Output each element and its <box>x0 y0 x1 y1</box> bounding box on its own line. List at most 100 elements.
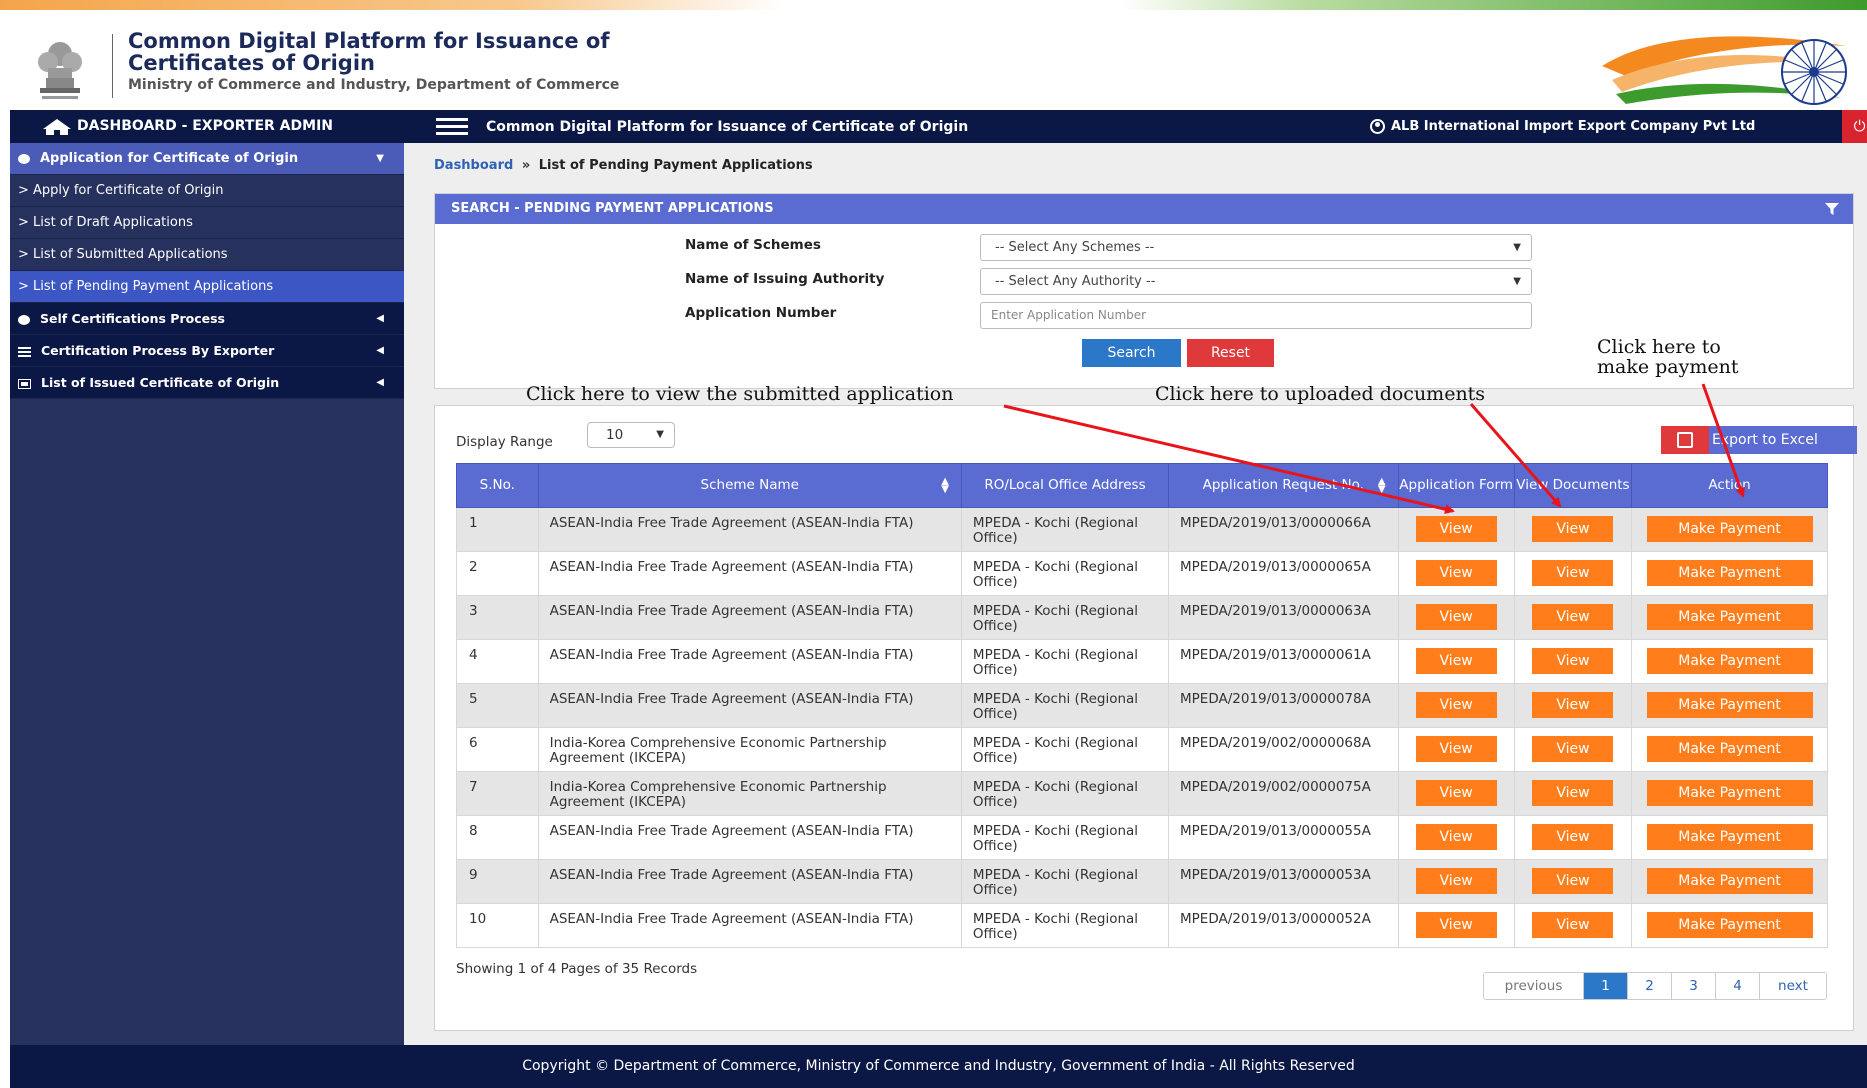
scheme-select-value: -- Select Any Schemes -- <box>995 240 1155 255</box>
pagination-page-2[interactable]: 2 <box>1628 973 1672 999</box>
make-payment-button[interactable]: Make Payment <box>1646 780 1813 806</box>
caret-left-icon: ◀ <box>376 313 384 324</box>
view-documents-button[interactable]: View <box>1532 648 1614 674</box>
sidebar-item-certification-exporter[interactable]: Certification Process By Exporter ◀ <box>10 335 404 367</box>
make-payment-button[interactable]: Make Payment <box>1646 560 1813 586</box>
view-documents-button[interactable]: View <box>1532 604 1614 630</box>
reset-button[interactable]: Reset <box>1187 339 1274 367</box>
pagination-previous[interactable]: previous <box>1484 973 1584 999</box>
breadcrumb-dashboard-link[interactable]: Dashboard <box>434 158 513 173</box>
make-payment-button[interactable]: Make Payment <box>1646 516 1813 542</box>
table-row: 3 ASEAN-India Free Trade Agreement (ASEAN… <box>456 595 1828 640</box>
scheme-select[interactable]: -- Select Any Schemes -- ▼ <box>980 234 1532 261</box>
cell-view-documents: View <box>1513 639 1633 684</box>
view-application-button[interactable]: View <box>1415 604 1497 630</box>
view-application-button[interactable]: View <box>1415 868 1497 894</box>
sidebar-item-label: > List of Pending Payment Applications <box>18 279 274 294</box>
scheme-label: Name of Schemes <box>685 237 821 253</box>
cell-application-form: View <box>1397 815 1515 860</box>
make-payment-button[interactable]: Make Payment <box>1646 692 1813 718</box>
sidebar-item-submitted-applications[interactable]: > List of Submitted Applications <box>10 239 404 271</box>
view-application-button[interactable]: View <box>1415 560 1497 586</box>
view-documents-button[interactable]: View <box>1532 780 1614 806</box>
col-application-form: Application Form <box>1397 463 1515 508</box>
sidebar-item-issued-certificates[interactable]: List of Issued Certificate of Origin ◀ <box>10 367 404 399</box>
cell-action: Make Payment <box>1631 727 1828 772</box>
export-to-excel-button[interactable]: Export to Excel <box>1661 426 1857 454</box>
view-application-button[interactable]: View <box>1415 736 1497 762</box>
cell-application-form: View <box>1397 683 1515 728</box>
view-application-button[interactable]: View <box>1415 692 1497 718</box>
pagination-page-3[interactable]: 3 <box>1672 973 1716 999</box>
sidebar-item-application-coo[interactable]: Application for Certificate of Origin ▼ <box>10 143 404 175</box>
cell-scheme-name: ASEAN-India Free Trade Agreement (ASEAN-… <box>537 639 962 684</box>
table-row: 7 India-Korea Comprehensive Economic Part… <box>456 771 1828 816</box>
make-payment-button[interactable]: Make Payment <box>1646 868 1813 894</box>
pagination-page-4[interactable]: 4 <box>1716 973 1760 999</box>
annotation-make-payment-line2: make payment <box>1597 356 1739 378</box>
cell-application-form: View <box>1397 771 1515 816</box>
cell-application-form: View <box>1397 551 1515 596</box>
make-payment-button[interactable]: Make Payment <box>1646 736 1813 762</box>
caret-left-icon: ◀ <box>376 377 384 388</box>
cell-action: Make Payment <box>1631 683 1828 728</box>
applications-table: S.No. Scheme Name ▲ ▼ RO/Local Office Addr… <box>456 463 1828 948</box>
view-documents-button[interactable]: View <box>1532 560 1614 586</box>
pagination: previous 1 2 3 4 next <box>1483 972 1827 1000</box>
cell-scheme-name: ASEAN-India Free Trade Agreement (ASEAN-… <box>537 551 962 596</box>
sidebar-item-pending-payment[interactable]: > List of Pending Payment Applications <box>10 271 404 303</box>
col-scheme-name[interactable]: Scheme Name ▲ ▼ <box>537 463 962 508</box>
view-documents-button[interactable]: View <box>1532 516 1614 542</box>
table-row: 10 ASEAN-India Free Trade Agreement (ASEA… <box>456 903 1828 948</box>
cell-sno: 1 <box>456 507 539 552</box>
view-documents-button[interactable]: View <box>1532 912 1614 938</box>
view-application-button[interactable]: View <box>1415 824 1497 850</box>
display-range-select[interactable]: 10 ▼ <box>587 422 675 448</box>
col-view-documents: View Documents <box>1513 463 1633 508</box>
home-icon[interactable] <box>42 118 72 136</box>
user-menu[interactable]: ALB International Import Export Company … <box>1370 119 1755 134</box>
search-button[interactable]: Search <box>1082 339 1181 367</box>
cell-action: Make Payment <box>1631 639 1828 684</box>
sidebar-item-self-certifications[interactable]: Self Certifications Process ◀ <box>10 303 404 335</box>
cell-view-documents: View <box>1513 595 1633 640</box>
cell-sno: 6 <box>456 727 539 772</box>
view-application-button[interactable]: View <box>1415 780 1497 806</box>
filter-icon[interactable] <box>1825 203 1839 215</box>
cell-scheme-name: ASEAN-India Free Trade Agreement (ASEAN-… <box>537 815 962 860</box>
logout-power-icon[interactable]: ⏻ <box>1842 110 1867 143</box>
make-payment-button[interactable]: Make Payment <box>1646 604 1813 630</box>
dashboard-brand[interactable]: DASHBOARD - EXPORTER ADMIN <box>77 118 333 134</box>
sidebar: Application for Certificate of Origin ▼ … <box>10 143 404 1045</box>
cell-request-no: MPEDA/2019/013/0000061A <box>1168 639 1399 684</box>
cell-office-address: MPEDA - Kochi (Regional Office) <box>960 683 1170 728</box>
view-documents-button[interactable]: View <box>1532 736 1614 762</box>
view-documents-button[interactable]: View <box>1532 824 1614 850</box>
view-documents-button[interactable]: View <box>1532 868 1614 894</box>
view-documents-button[interactable]: View <box>1532 692 1614 718</box>
annotation-make-payment: Click here to make payment <box>1597 337 1739 377</box>
menu-toggle-icon[interactable] <box>436 118 468 136</box>
view-application-button[interactable]: View <box>1415 516 1497 542</box>
cell-action: Make Payment <box>1631 595 1828 640</box>
col-request-no[interactable]: Application Request No. ▲ ▼ <box>1168 463 1399 508</box>
make-payment-button[interactable]: Make Payment <box>1646 824 1813 850</box>
make-payment-button[interactable]: Make Payment <box>1646 648 1813 674</box>
sidebar-item-label: > List of Draft Applications <box>18 215 193 230</box>
pagination-next[interactable]: next <box>1760 973 1826 999</box>
list-icon <box>18 346 31 357</box>
sidebar-item-apply-coo[interactable]: > Apply for Certificate of Origin <box>10 175 404 207</box>
view-application-button[interactable]: View <box>1415 648 1497 674</box>
certificate-icon <box>18 378 31 389</box>
view-application-button[interactable]: View <box>1415 912 1497 938</box>
table-row: 6 India-Korea Comprehensive Economic Part… <box>456 727 1828 772</box>
sidebar-item-label: Certification Process By Exporter <box>41 343 275 358</box>
annotation-view-application: Click here to view the submitted applica… <box>526 383 954 405</box>
cell-sno: 8 <box>456 815 539 860</box>
application-number-input[interactable]: Enter Application Number <box>980 302 1532 329</box>
authority-select[interactable]: -- Select Any Authority -- ▼ <box>980 268 1532 295</box>
make-payment-button[interactable]: Make Payment <box>1646 912 1813 938</box>
authority-label: Name of Issuing Authority <box>685 271 885 287</box>
pagination-page-1[interactable]: 1 <box>1584 973 1628 999</box>
sidebar-item-draft-applications[interactable]: > List of Draft Applications <box>10 207 404 239</box>
